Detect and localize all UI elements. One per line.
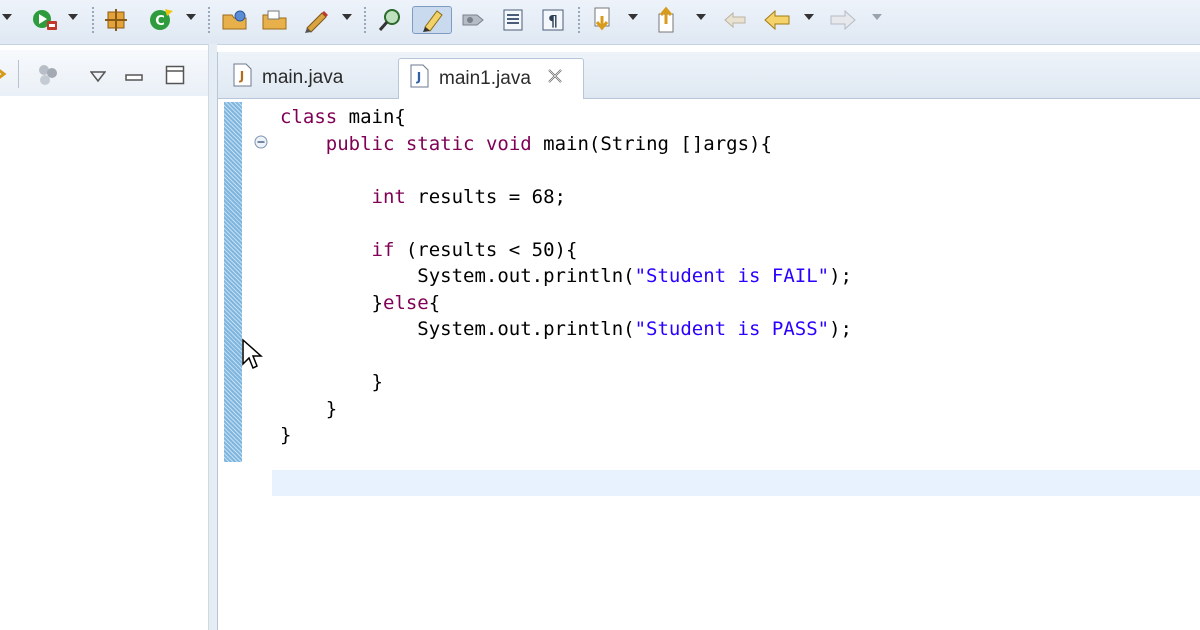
code-line[interactable]: }else{: [280, 290, 852, 317]
view-menu-icon[interactable]: [89, 68, 107, 87]
code-line[interactable]: ​: [280, 343, 852, 370]
dropdown-arrow-icon[interactable]: [2, 14, 12, 20]
back-icon[interactable]: [760, 6, 794, 34]
panel-separator: [18, 60, 19, 88]
forward-icon[interactable]: [826, 6, 860, 34]
tab-main1-java[interactable]: J main1.java: [398, 58, 584, 99]
panel-header: [0, 50, 210, 96]
dropdown-arrow-icon[interactable]: [68, 14, 78, 20]
code-text-area[interactable]: class main{ public static void main(Stri…: [272, 102, 1200, 630]
svg-text:¶: ¶: [548, 12, 558, 30]
code-text: }: [280, 424, 292, 446]
tab-label: main.java: [262, 67, 344, 88]
dropdown-arrow-icon[interactable]: [342, 14, 352, 20]
code-text: }: [280, 291, 383, 314]
svg-text:J: J: [239, 69, 244, 83]
last-edit-icon[interactable]: [718, 6, 752, 34]
code-line[interactable]: public static void main(String []args){: [280, 131, 852, 158]
code-keyword: static: [405, 132, 475, 155]
close-icon[interactable]: [547, 68, 563, 90]
minimize-icon[interactable]: [125, 67, 143, 86]
code-line[interactable]: class main{: [280, 104, 852, 131]
code-text: );: [829, 318, 852, 340]
annotation-ruler: [224, 102, 242, 462]
toolbar-separator: [92, 7, 94, 33]
main-toolbar: C ¶: [0, 0, 1200, 45]
code-text: }: [280, 397, 338, 420]
current-line-highlight: [272, 470, 1200, 496]
code-line[interactable]: }: [280, 369, 852, 396]
dropdown-arrow-icon[interactable]: [186, 14, 196, 20]
collapse-all-icon[interactable]: [36, 64, 62, 90]
toolbar-separator: [208, 7, 210, 33]
dropdown-arrow-icon[interactable]: [804, 14, 814, 20]
maximize-icon[interactable]: [165, 65, 185, 89]
tab-main-java[interactable]: J main.java: [222, 58, 398, 98]
next-annotation-icon[interactable]: [586, 6, 620, 34]
code-line[interactable]: if (results < 50){: [280, 237, 852, 264]
panel-splitter[interactable]: [208, 44, 217, 630]
toolbar-separator: [364, 7, 366, 33]
code-line[interactable]: System.out.println("Student is FAIL");: [280, 263, 852, 290]
svg-text:J: J: [416, 70, 421, 84]
code-string: "Student is FAIL": [634, 265, 830, 287]
link-with-editor-icon[interactable]: [0, 66, 8, 86]
code-line[interactable]: int results = 68;: [280, 184, 852, 211]
dropdown-arrow-icon[interactable]: [696, 14, 706, 20]
java-file-icon: J: [409, 64, 429, 94]
mouse-pointer-icon: [241, 338, 265, 376]
code-editor: J main.java J main1.java class main{pub…: [217, 52, 1200, 630]
refresh-icon[interactable]: C: [144, 6, 178, 34]
code-text: (results < 50){: [394, 238, 578, 261]
code-line[interactable]: System.out.println("Student is PASS");: [280, 316, 852, 343]
code-text: }: [280, 371, 383, 393]
code-text: main{: [337, 106, 406, 128]
code-text: );: [829, 265, 852, 287]
highlight-icon[interactable]: [412, 6, 452, 34]
dropdown-arrow-icon[interactable]: [872, 14, 882, 20]
code-keyword: class: [280, 106, 338, 128]
code-line[interactable]: ​: [280, 157, 852, 184]
code-keyword: public: [325, 132, 395, 155]
code-string: "Student is PASS": [634, 318, 830, 340]
collapse-fold-icon[interactable]: [254, 134, 268, 153]
code-keyword: else: [382, 291, 429, 314]
code-line[interactable]: }: [280, 396, 852, 423]
run-icon[interactable]: [28, 6, 62, 34]
previous-annotation-icon[interactable]: [650, 6, 684, 34]
open-file-icon[interactable]: [258, 6, 292, 34]
code-text: System.out.println(: [280, 318, 635, 340]
paragraph-icon[interactable]: ¶: [536, 6, 570, 34]
open-folder-icon[interactable]: [218, 6, 252, 34]
code-keyword: int: [371, 185, 406, 208]
show-whitespace-icon[interactable]: [456, 6, 490, 34]
code-keyword: if: [371, 238, 395, 261]
package-explorer-panel: [0, 50, 210, 630]
dropdown-arrow-icon[interactable]: [628, 14, 638, 20]
java-file-icon: J: [232, 63, 252, 93]
code-keyword: void: [485, 132, 532, 155]
editor-tab-bar: J main.java J main1.java: [218, 52, 1200, 99]
search-icon[interactable]: [374, 6, 408, 34]
svg-text:C: C: [155, 14, 165, 29]
code-line[interactable]: }: [280, 422, 852, 449]
code-text: results = 68;: [405, 185, 566, 208]
code-line[interactable]: ​: [280, 210, 852, 237]
code-text: {: [428, 291, 441, 314]
pencil-icon[interactable]: [300, 6, 334, 34]
code-text: main(String []args){: [531, 132, 772, 155]
new-class-icon[interactable]: [100, 6, 134, 34]
source-code[interactable]: class main{ public static void main(Stri…: [280, 104, 852, 449]
code-text: System.out.println(: [280, 265, 635, 287]
tab-label: main1.java: [439, 68, 531, 89]
toolbar-separator: [578, 7, 580, 33]
toggle-block-icon[interactable]: [496, 6, 530, 34]
